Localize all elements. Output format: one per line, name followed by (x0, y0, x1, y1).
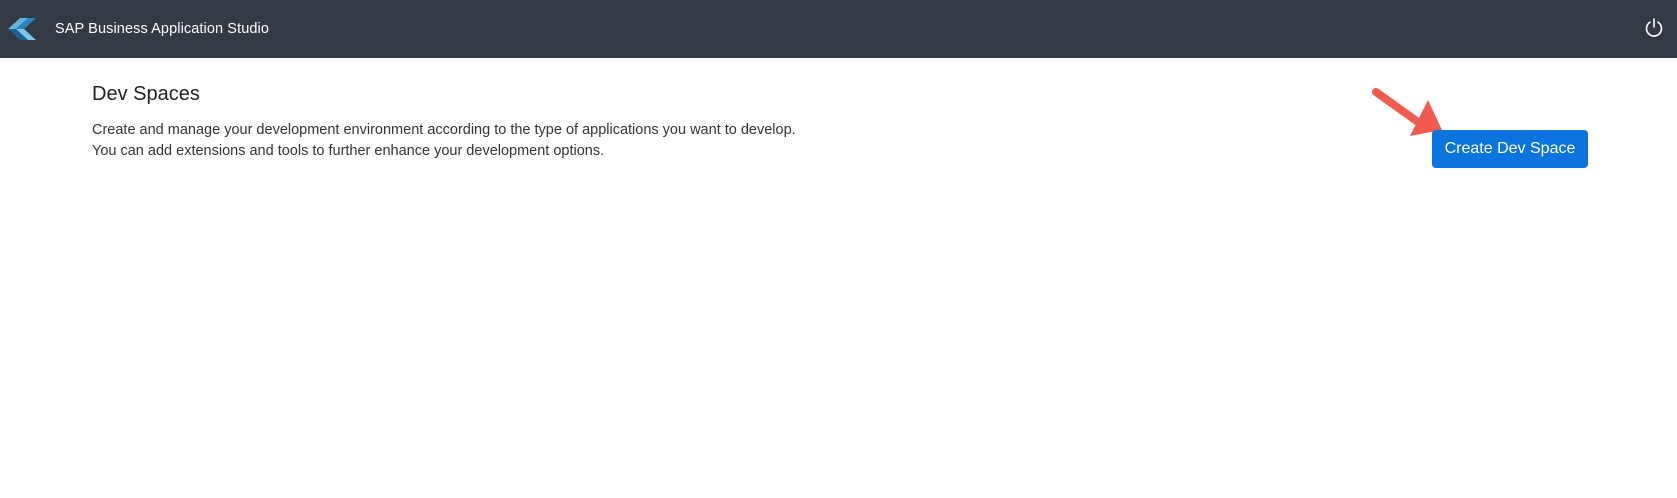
description-line-2: You can add extensions and tools to furt… (92, 143, 605, 159)
description-line-1: Create and manage your development envir… (92, 122, 796, 138)
app-title: SAP Business Application Studio (55, 21, 270, 37)
page-title: Dev Spaces (92, 83, 200, 105)
create-dev-space-button[interactable]: Create Dev Space (1432, 130, 1588, 168)
dev-spaces-section: Dev Spaces Create and manage your develo… (92, 80, 992, 162)
sap-bas-logo-icon (8, 18, 36, 40)
power-icon[interactable] (1643, 17, 1665, 39)
top-shell-bar: SAP Business Application Studio (0, 0, 1677, 58)
